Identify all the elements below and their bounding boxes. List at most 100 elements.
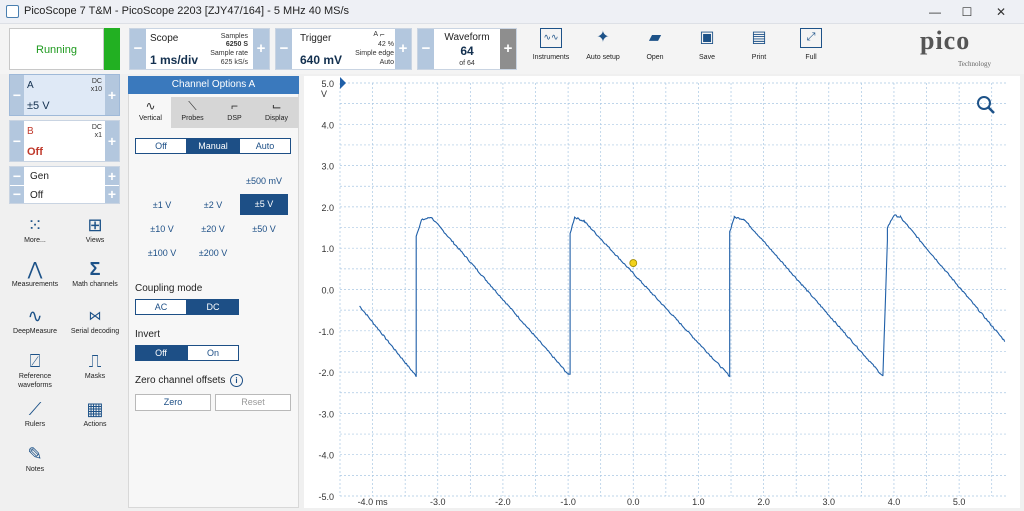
run-indicator[interactable] [104,28,120,70]
range-option-selected[interactable]: ±5 V [240,194,288,215]
trigger-mode[interactable]: Auto [356,59,394,66]
waveform-next-button[interactable]: + [500,29,516,69]
x-tick-label: -2.0 [495,497,511,507]
actions-label: Actions [83,421,107,428]
tab-probes[interactable]: ⟍ Probes [171,97,214,128]
pico-logo-sub: Technology [958,60,991,68]
channel-b-decrease-button[interactable]: − [10,121,24,161]
auto-setup-button[interactable]: ✦ Auto setup [578,28,628,70]
title-bar: PicoScope 7 T&M - PicoScope 2203 [ZJY47/… [0,0,1024,24]
serial-decoding-button[interactable]: ⋈ Serial decoding [70,305,120,336]
timebase-value[interactable]: 1 ms/div [150,53,198,67]
tab-display[interactable]: ⌙ Display [255,97,298,128]
save-label: Save [699,54,715,61]
reset-button[interactable]: Reset [215,394,291,411]
generator-state[interactable]: Off [30,190,43,201]
display-icon: ⌙ [271,99,282,113]
scope-group: − Scope 1 ms/div Samples 6250 S Sample r… [129,28,270,70]
generator-box[interactable]: − − Gen Off + + [9,166,120,204]
scope-plot[interactable]: 5.0 4.0 3.0 2.0 1.0 0.0 -1.0 -2.0 -3.0 -4.0 -5.0 V -… [304,76,1020,508]
range-mode-auto[interactable]: Auto [239,138,291,154]
timebase-increase-button[interactable]: + [253,29,269,69]
info-icon[interactable]: i [230,374,243,387]
measurements-label: Measurements [11,281,59,288]
save-button[interactable]: ▣ Save [682,28,732,70]
invert-label: Invert [135,329,161,340]
range-option[interactable]: ±100 V [138,243,186,263]
channel-options-title: Channel Options A [128,76,299,94]
open-label: Open [646,54,664,61]
range-option[interactable]: ±200 V [189,243,237,263]
trigger-level[interactable]: 640 mV [300,53,342,67]
auto-setup-label: Auto setup [586,54,620,61]
scope-view[interactable]: 5.0 4.0 3.0 2.0 1.0 0.0 -1.0 -2.0 -3.0 -4.0 -5.0 V -… [304,76,1020,508]
notes-button[interactable]: ✎ Notes [10,443,60,474]
views-button[interactable]: ⊞ Views [70,214,120,245]
math-channels-button[interactable]: Σ Math channels [70,258,120,289]
channel-b-probe: x1 [94,132,102,139]
channel-a-increase-button[interactable]: + [105,75,119,115]
deepmeasure-button[interactable]: ∿ DeepMeasure [10,305,60,336]
open-button[interactable]: ▰ Open [630,28,680,70]
print-button[interactable]: ▤ Print [734,28,784,70]
channel-a-box[interactable]: − A DC x10 ±5 V + [9,74,120,116]
channel-a-decrease-button[interactable]: − [10,75,24,115]
waveform-index[interactable]: 64 [434,44,500,58]
minimize-button[interactable]: — [920,3,950,21]
coupling-mode-label: Coupling mode [135,283,203,294]
channel-b-box[interactable]: − B DC x1 Off + [9,120,120,162]
samples-value[interactable]: 6250 S [210,41,248,48]
generator-off-decrease-button[interactable]: − [10,186,24,203]
measurements-button[interactable]: ⋀ Measurements [10,258,60,289]
tab-dsp[interactable]: ⌐ DSP [213,97,256,128]
timebase-decrease-button[interactable]: − [130,29,146,69]
channel-b-range[interactable]: Off [27,146,43,158]
range-option[interactable]: ±10 V [138,219,186,239]
trigger-marker [629,259,638,267]
compass-icon: ⋀ [27,259,43,279]
trigger-channel: A [373,31,378,38]
invert-off[interactable]: Off [135,345,187,361]
range-option[interactable]: ±500 mV [240,171,288,191]
coupling-ac[interactable]: AC [135,299,187,315]
floppy-icon: ▣ [699,29,715,46]
close-button[interactable]: ✕ [986,3,1016,21]
zero-button[interactable]: Zero [135,394,211,411]
channel-a-range[interactable]: ±5 V [27,100,50,112]
generator-off-increase-button[interactable]: + [105,186,119,203]
channel-b-increase-button[interactable]: + [105,121,119,161]
coupling-dc[interactable]: DC [187,299,239,315]
range-option[interactable]: ±20 V [189,219,237,239]
masks-button[interactable]: ⎍ Masks [70,350,120,381]
trigger-type[interactable]: Simple edge [346,50,394,57]
tab-probes-label: Probes [181,115,204,122]
full-screen-button[interactable]: ⤢ Full [786,28,836,70]
channel-a-axis-marker [340,77,346,89]
range-option[interactable]: ±2 V [189,195,237,215]
mask-icon: ⎍ [88,351,102,371]
trigger-decrease-button[interactable]: − [276,29,292,69]
trigger-label: Trigger [300,33,332,44]
invert-on[interactable]: On [187,345,239,361]
clapperboard-icon: ▦ [86,399,104,419]
rulers-button[interactable]: ⟋ Rulers [10,398,60,429]
generator-increase-button[interactable]: + [105,167,119,185]
instruments-button[interactable]: ∿∿ Instruments [526,28,576,70]
generator-decrease-button[interactable]: − [10,167,24,185]
range-mode-manual[interactable]: Manual [187,138,239,154]
maximize-button[interactable]: ☐ [952,3,982,21]
range-option[interactable]: ±50 V [240,219,288,239]
channel-b-name: B [27,126,34,137]
waveform-prev-button[interactable]: − [418,29,434,69]
run-stop-button[interactable]: Running [9,28,104,70]
y-tick-label: 2.0 [321,203,334,213]
trigger-increase-button[interactable]: + [395,29,411,69]
range-option[interactable]: ±1 V [138,195,186,215]
more-button[interactable]: ⁙ More... [10,214,60,245]
actions-button[interactable]: ▦ Actions [70,398,120,429]
reference-waveforms-button[interactable]: ⍁ Reference waveforms [10,350,60,390]
vertical-tab-icon: ∿ [145,99,156,113]
range-mode-off[interactable]: Off [135,138,187,154]
tab-vertical[interactable]: ∿ Vertical [129,97,172,128]
sample-rate-label: Sample rate [210,50,248,57]
